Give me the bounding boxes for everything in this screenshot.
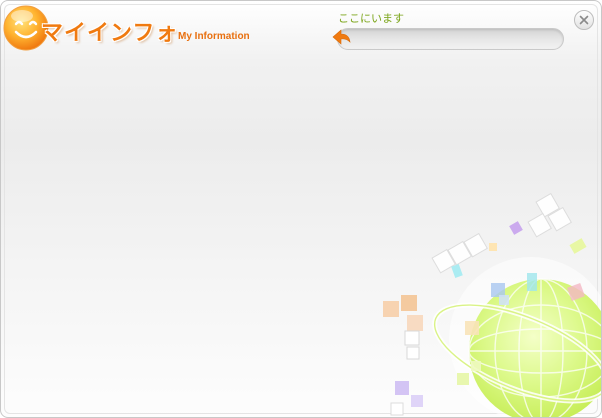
app-title: マイインフォ xyxy=(41,21,179,46)
location-bar[interactable] xyxy=(337,28,564,50)
close-button[interactable] xyxy=(574,10,594,30)
back-arrow-icon[interactable] xyxy=(330,28,352,46)
location-label: ここにいます xyxy=(338,12,404,25)
globe-decoration xyxy=(383,192,601,417)
app-window: マイインフォ My Information ここにいます xyxy=(0,0,602,418)
app-subtitle: My Information xyxy=(178,31,250,42)
close-icon xyxy=(579,15,589,25)
